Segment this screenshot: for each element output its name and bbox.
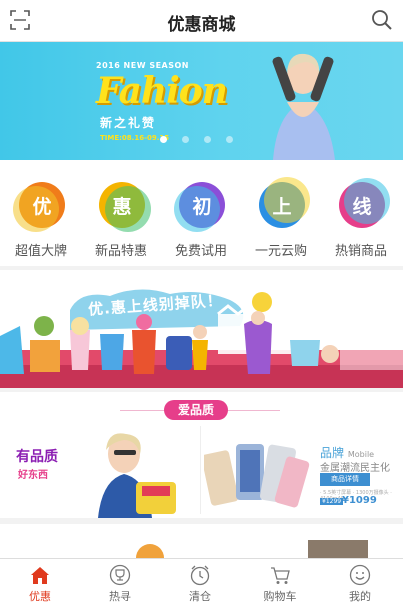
smile-icon [349,564,371,586]
category-label: 新品特惠 [94,244,147,259]
category-icon: 初 [174,182,225,232]
brand-name: 品牌 [320,446,345,460]
tab-youhui[interactable]: 优惠 [0,559,80,604]
banner-season: 2016 NEW SEASON [96,61,189,70]
category-label: 超值大牌 [14,244,67,259]
tab-qingcang[interactable]: 清仓 [160,559,240,604]
banner-subtitle: 新之礼赞 [100,116,157,130]
carousel-dot[interactable] [226,136,233,143]
app-screen: 优惠商城 2016 NEW SEASON Fahion 新之礼赞 TIME:08… [0,0,403,604]
category-menu: 优 超值大牌 惠 新品特惠 初 免费试用 上 一元云购 线 热销商品 [0,160,403,266]
promo-banner[interactable]: 优.惠上线别掉队！ [0,270,403,388]
cart-icon [271,567,290,584]
banner-headline: Fahion [96,70,228,112]
banner-time: TIME:08.16-09.15 [100,134,170,142]
quality-section: 爱品质 有品质 好东西 品牌 Mobile 金属潮流民主化 商品详情 · 5.5… [0,392,403,518]
tab-label: 购物车 [263,590,297,603]
category-label: 免费试用 [174,244,227,259]
product-detail-button[interactable]: 商品详情 [320,473,370,486]
brand-slogan: 金属潮流民主化 [320,463,390,474]
category-item-new[interactable]: 惠 新品特惠 [81,160,161,266]
category-label: 热销商品 [334,244,387,259]
category-icon: 上 [259,177,310,228]
category-item-brand[interactable]: 优 超值大牌 [1,160,81,266]
search-icon[interactable] [371,9,393,31]
category-icon: 惠 [99,182,151,232]
next-section-preview [0,524,403,558]
category-item-onecloud[interactable]: 上 一元云购 [241,160,321,266]
model-illustration [272,53,335,160]
tab-label: 优惠 [29,590,51,603]
bottom-tab-bar: 优惠 热寻 清仓 购物车 我的 [0,558,403,604]
trophy-icon [109,564,131,586]
page-title: 优惠商城 [167,15,236,35]
tab-label: 我的 [349,590,371,603]
quality-title: 有品质 [16,449,58,465]
banner-carousel[interactable]: 2016 NEW SEASON Fahion 新之礼赞 TIME:08.16-0… [0,42,403,160]
tab-label: 清仓 [189,590,211,603]
phone-product-image[interactable] [204,434,314,514]
quality-subtitle: 好东西 [18,470,48,481]
fashion-model-image[interactable] [78,428,188,518]
tab-rexun[interactable]: 热寻 [80,559,160,604]
carousel-dot[interactable] [204,136,211,143]
category-item-trial[interactable]: 初 免费试用 [161,160,241,266]
tab-wode[interactable]: 我的 [320,559,400,604]
section-preview-image [136,540,368,558]
category-item-hot[interactable]: 线 热销商品 [321,160,401,266]
category-label: 一元云购 [254,244,307,259]
clock-icon [190,565,210,586]
price-old: ¥1299 [320,498,344,505]
tab-label: 热寻 [109,590,131,603]
column-divider [200,426,201,514]
home-icon [31,567,49,584]
brand-en: Mobile [347,450,375,459]
category-icon: 线 [339,178,390,228]
carousel-dot[interactable] [182,136,189,143]
carousel-dot[interactable] [160,136,167,143]
tab-gouwuche[interactable]: 购物车 [240,559,320,604]
category-icon: 优 [13,182,65,232]
promo-illustration [0,289,403,388]
top-bar: 优惠商城 [0,0,403,42]
product-price: ¥1099 [342,495,377,506]
section-tag: 爱品质 [164,400,228,420]
